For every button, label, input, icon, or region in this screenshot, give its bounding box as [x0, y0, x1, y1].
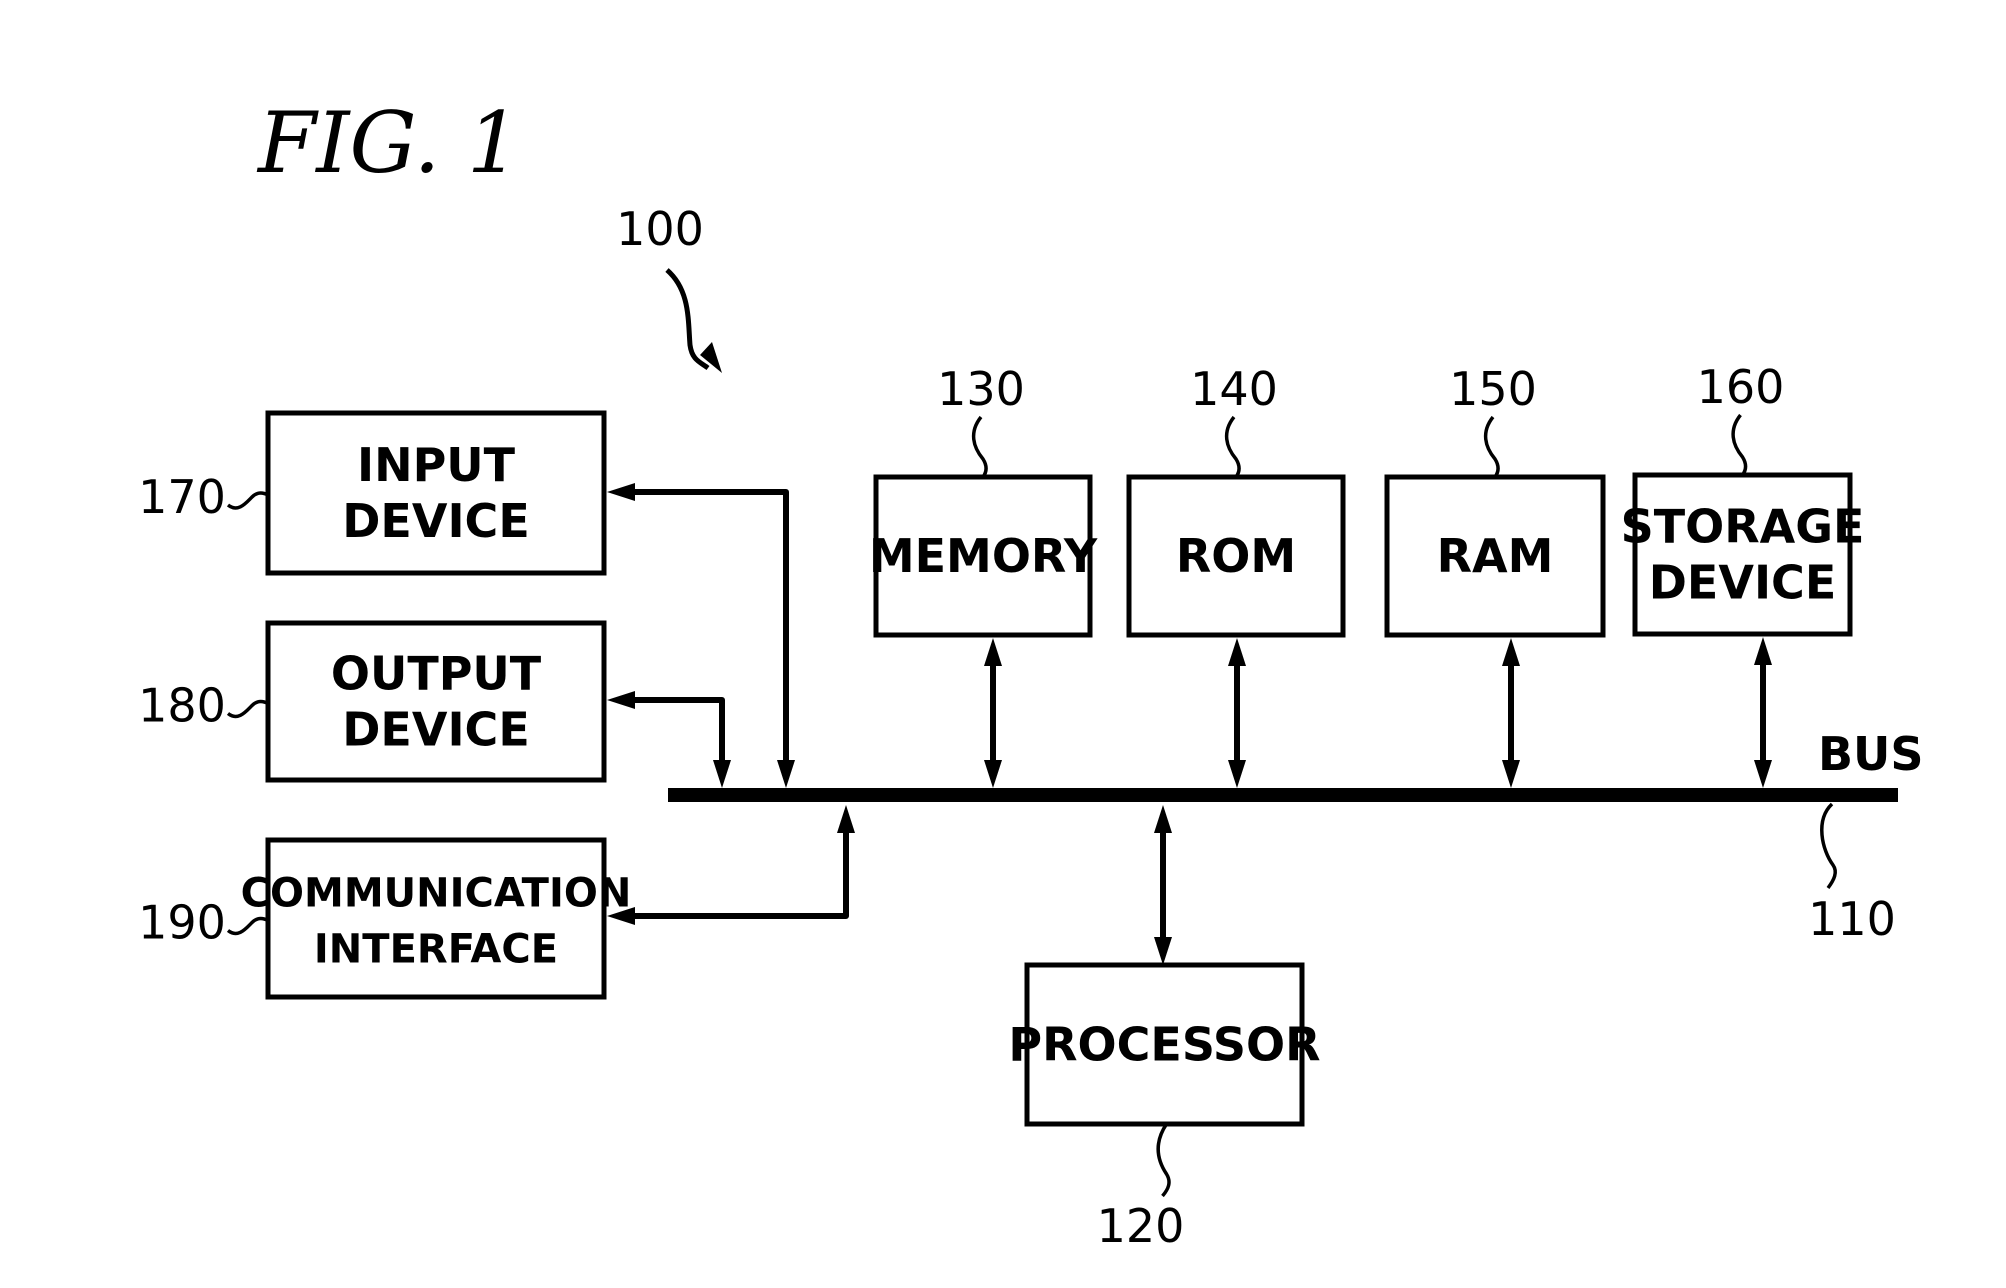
rom-block: ROM 140 — [1126, 362, 1346, 638]
storage-device-ref-label: 160 — [1697, 360, 1785, 414]
bus-line — [668, 788, 1898, 802]
system-block-diagram: FIG. 1 100 BUS 110 PROCESSOR 120 MEMORY 130… — [138, 94, 1924, 1253]
memory-arrow-up-icon — [984, 638, 1002, 666]
processor-arrow-up-icon — [1154, 805, 1172, 833]
processor-arrow-down-icon — [1154, 937, 1172, 965]
input-device-ref-leader-icon — [226, 491, 269, 510]
ram-arrow-up-icon — [1502, 638, 1520, 666]
input-device-arrow-left-icon — [607, 483, 635, 501]
input-device-arrow-down-icon — [777, 760, 795, 788]
communication-interface-label-line: INTERFACE — [314, 927, 558, 973]
ram-arrow-down-icon — [1502, 760, 1520, 788]
processor-block: PROCESSOR 120 — [1008, 962, 1321, 1253]
processor-ref-leader-icon — [1156, 1123, 1171, 1198]
input-device-box — [265, 410, 607, 576]
memory-arrow-down-icon — [984, 760, 1002, 788]
system-ref-label: 100 — [616, 202, 704, 256]
output-device-block: OUTPUTDEVICE 180 — [138, 620, 607, 783]
storage-device-block: STORAGEDEVICE 160 — [1621, 360, 1865, 637]
output-device-bus-connector — [624, 697, 725, 768]
input-device-bus-connector — [624, 489, 789, 768]
communication-interface-ref-label: 190 — [138, 896, 226, 950]
output-device-ref-leader-icon — [226, 699, 269, 719]
bus-label: BUS — [1818, 727, 1924, 781]
ram-ref-leader-icon — [1483, 415, 1500, 479]
rom-ref-leader-icon — [1224, 415, 1241, 479]
rom-arrow-up-icon — [1228, 638, 1246, 666]
storage-device-label-line: DEVICE — [1649, 556, 1837, 610]
bus-ref-label: 110 — [1808, 892, 1896, 946]
output-device-label-line: DEVICE — [342, 703, 530, 757]
figure-title: FIG. 1 — [256, 94, 520, 192]
communication-interface-ref-leader-icon — [226, 916, 269, 936]
ram-ref-label: 150 — [1449, 362, 1537, 416]
communication-interface-block: COMMUNICATION INTERFACE 190 — [138, 837, 632, 1000]
ram-block: RAM 150 — [1384, 362, 1606, 638]
communication-interface-bus-connector — [624, 822, 849, 919]
memory-ref-leader-icon — [971, 415, 988, 479]
system-ref-arrowhead-icon — [700, 342, 722, 373]
rom-label-line: ROM — [1176, 529, 1296, 583]
memory-label-line: MEMORY — [869, 529, 1098, 583]
output-device-arrow-left-icon — [607, 691, 635, 709]
processor-ref-label: 120 — [1097, 1199, 1185, 1253]
memory-block: MEMORY 130 — [869, 362, 1098, 638]
storage-device-arrow-down-icon — [1754, 760, 1772, 788]
input-device-ref-label: 170 — [138, 470, 226, 524]
input-device-label-line: DEVICE — [342, 494, 530, 548]
output-device-ref-label: 180 — [138, 679, 226, 733]
storage-device-arrow-up-icon — [1754, 637, 1772, 665]
bus-ref-leader-icon — [1820, 802, 1837, 890]
output-device-arrow-down-icon — [713, 760, 731, 788]
input-device-label-line: INPUT — [357, 438, 516, 492]
communication-interface-arrow-up-icon — [837, 805, 855, 833]
input-device-block: INPUTDEVICE 170 — [138, 410, 607, 576]
communication-interface-label-line: COMMUNICATION — [241, 871, 632, 917]
rom-arrow-down-icon — [1228, 760, 1246, 788]
storage-device-ref-leader-icon — [1731, 413, 1748, 477]
memory-ref-label: 130 — [937, 362, 1025, 416]
storage-device-label-line: STORAGE — [1621, 500, 1865, 554]
communication-interface-box — [265, 837, 607, 1000]
rom-ref-label: 140 — [1190, 362, 1278, 416]
processor-label-line: PROCESSOR — [1008, 1018, 1320, 1072]
output-device-label-line: OUTPUT — [331, 647, 542, 701]
ram-label-line: RAM — [1437, 529, 1554, 583]
